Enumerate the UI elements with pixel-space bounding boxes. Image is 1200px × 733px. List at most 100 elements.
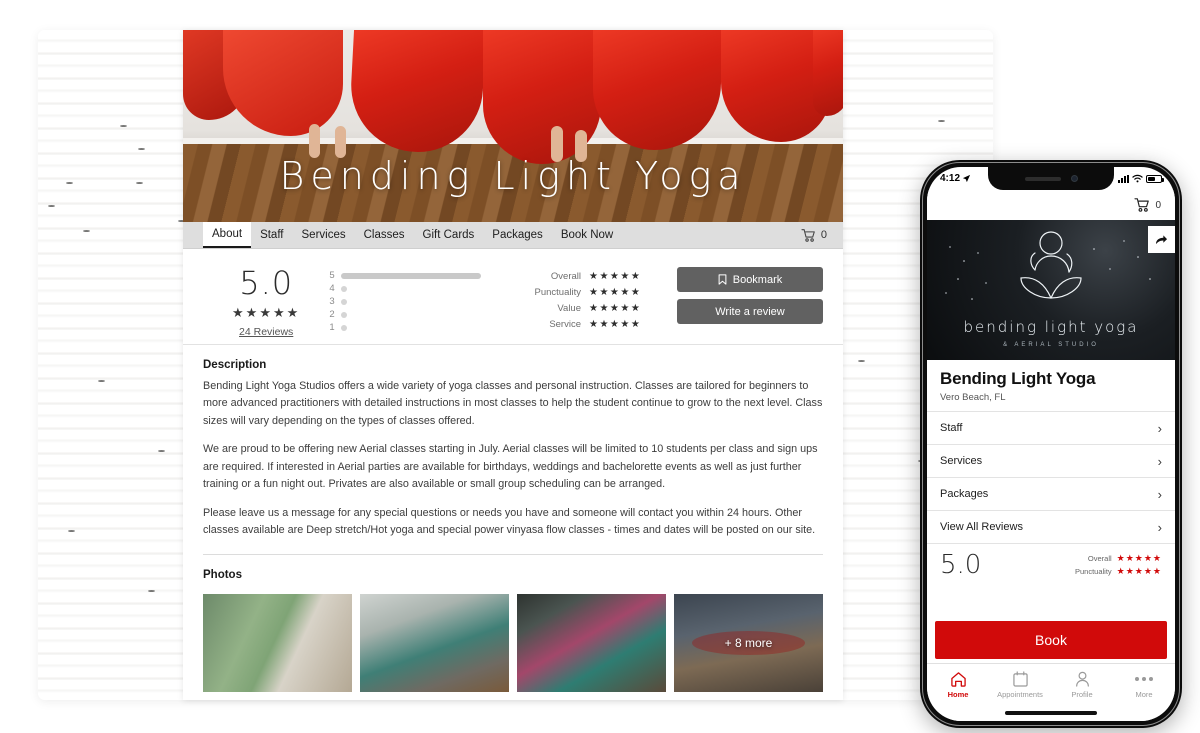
tab-home[interactable]: Home: [927, 670, 989, 699]
cart-count: 0: [820, 229, 827, 241]
tab-label: Home: [947, 690, 969, 699]
write-review-button[interactable]: Write a review: [677, 299, 823, 324]
metric-label: Overall: [550, 270, 581, 282]
row-label: View All Reviews: [940, 521, 1023, 533]
row-label: Services: [940, 455, 983, 467]
profile-tab-nav: About Staff Services Classes Gift Cards …: [183, 222, 843, 249]
distribution-bar: [341, 285, 348, 292]
phone-row-view-all-reviews[interactable]: View All Reviews ›: [927, 511, 1175, 544]
share-button[interactable]: [1148, 226, 1175, 253]
distribution-label: 2: [329, 309, 335, 320]
distribution-label: 5: [329, 270, 335, 281]
distribution-bar: [341, 311, 348, 318]
description-paragraph: Bending Light Yoga Studios offers a wide…: [203, 380, 823, 427]
distribution-row: 5: [329, 269, 494, 282]
share-icon: [1155, 234, 1168, 244]
tab-label: Appointments: [997, 690, 1043, 699]
reviews-count-link[interactable]: 24 Reviews: [203, 326, 329, 338]
tab-classes[interactable]: Classes: [355, 222, 414, 248]
wifi-icon: [1132, 174, 1143, 183]
rating-score: 5.0: [239, 264, 294, 302]
bookmark-icon: [718, 274, 727, 285]
hero-title: Bending Light Yoga: [279, 154, 747, 198]
metric-row: Punctuality ★★★★★: [991, 565, 1162, 578]
description-paragraph: We are proud to be offering new Aerial c…: [203, 443, 818, 491]
metric-label: Overall: [1087, 554, 1112, 563]
photo-thumbnail-more[interactable]: + 8 more: [674, 593, 823, 692]
metric-label: Value: [557, 302, 581, 314]
phone-status-bar: 4:12: [927, 167, 1175, 190]
person-icon: [1075, 670, 1090, 687]
metric-row: Overall ★★★★★: [991, 552, 1162, 565]
rating-summary-panel: 5.0 ★★★★★ 24 Reviews 5 4 3 2 1 Overall ★…: [183, 249, 843, 345]
tab-more[interactable]: More: [1113, 670, 1175, 699]
status-right: [1118, 174, 1164, 183]
distribution-row: 2: [329, 308, 494, 321]
tab-profile[interactable]: Profile: [1051, 670, 1113, 699]
home-indicator: [1005, 711, 1097, 715]
signal-bars-icon: [1118, 174, 1129, 183]
cart-button[interactable]: 0: [801, 222, 827, 248]
aerial-silk: [813, 30, 843, 116]
cart-icon[interactable]: [1134, 198, 1150, 212]
business-name: Bending Light Yoga: [940, 369, 1096, 388]
tab-gift-cards[interactable]: Gift Cards: [414, 222, 484, 248]
metric-label: Service: [549, 318, 581, 330]
rating-distribution: 5 4 3 2 1: [329, 265, 494, 334]
phone-rating-metrics: Overall ★★★★★ Punctuality ★★★★★: [981, 550, 1162, 578]
chevron-right-icon: ›: [1157, 519, 1162, 535]
meditating-figure-icon: [1020, 231, 1082, 299]
metric-stars: ★★★★★: [589, 318, 642, 330]
tab-label: More: [1135, 690, 1153, 699]
phone-hero-logo: bending light yoga & AERIAL STUDIO: [927, 220, 1175, 360]
phone-row-services[interactable]: Services ›: [927, 445, 1175, 478]
cart-icon: [801, 228, 815, 242]
description-paragraph: Please leave us a message for any specia…: [203, 506, 816, 537]
metric-label: Punctuality: [1074, 567, 1112, 576]
distribution-bar: [341, 324, 348, 331]
metric-row: Value ★★★★★: [495, 300, 655, 316]
tab-appointments[interactable]: Appointments: [989, 670, 1051, 699]
metric-stars: ★★★★★: [1116, 553, 1162, 563]
tab-label: Profile: [1071, 690, 1093, 699]
metric-row: Service ★★★★★: [495, 316, 655, 332]
phone-row-packages[interactable]: Packages ›: [927, 478, 1175, 511]
rating-stars: ★★★★★: [232, 305, 301, 320]
book-button[interactable]: Book: [935, 621, 1167, 659]
metric-row: Punctuality ★★★★★: [495, 284, 655, 300]
phone-business-header: Bending Light Yoga Vero Beach, FL: [927, 360, 1175, 412]
phone-rating-score: 5.0: [940, 550, 982, 580]
logo-tagline: & AERIAL STUDIO: [1003, 342, 1099, 348]
phone-screen: 4:12 0 bending light yoga & AERIAL STUDI…: [927, 167, 1175, 721]
business-profile-card: Bending Light Yoga About Staff Services …: [183, 30, 843, 700]
status-time: 4:12: [940, 173, 961, 184]
metric-stars: ★★★★★: [589, 270, 642, 282]
profile-actions: Bookmark Write a review: [655, 265, 823, 331]
logo-graphic: [927, 228, 1175, 313]
home-icon: [950, 670, 967, 687]
phone-top-bar: 0: [927, 190, 1175, 220]
tab-about[interactable]: About: [203, 222, 252, 248]
photo-thumbnail[interactable]: [517, 593, 666, 692]
tab-services[interactable]: Services: [293, 222, 355, 248]
photos-title: Photos: [203, 568, 242, 581]
distribution-bar: [341, 298, 348, 305]
photo-thumbnail[interactable]: [360, 593, 509, 692]
metric-stars: ★★★★★: [589, 286, 642, 298]
tab-book-now[interactable]: Book Now: [552, 222, 622, 248]
write-review-label: Write a review: [715, 305, 785, 318]
metric-stars: ★★★★★: [1116, 566, 1162, 576]
row-label: Staff: [940, 422, 963, 434]
bookmark-button[interactable]: Bookmark: [677, 267, 823, 292]
photo-grid: + 8 more: [183, 588, 843, 692]
tab-staff[interactable]: Staff: [251, 222, 292, 248]
tab-packages[interactable]: Packages: [483, 222, 552, 248]
distribution-row: 3: [329, 295, 494, 308]
distribution-row: 1: [329, 321, 494, 334]
bookmark-label: Bookmark: [732, 273, 783, 286]
distribution-label: 3: [329, 296, 335, 307]
photo-thumbnail[interactable]: [203, 593, 352, 692]
phone-row-staff[interactable]: Staff ›: [927, 412, 1175, 445]
chevron-right-icon: ›: [1157, 420, 1162, 436]
practitioner-limb: [309, 124, 320, 158]
